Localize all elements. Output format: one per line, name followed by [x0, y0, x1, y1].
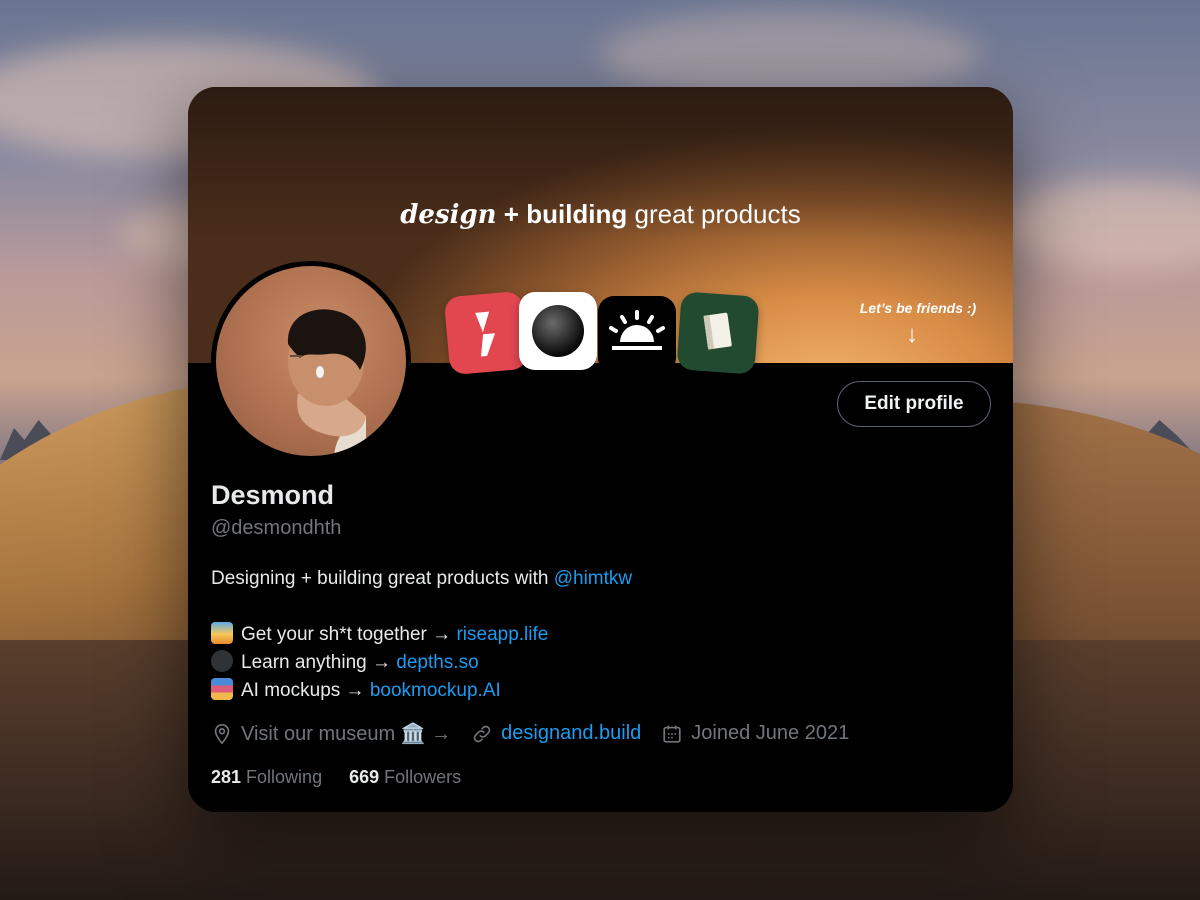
depths-link[interactable]: depths.so	[396, 652, 478, 673]
down-arrow-icon: ↓	[906, 321, 918, 348]
cloud	[1000, 180, 1200, 270]
followers-number: 669	[349, 767, 380, 787]
joined-text: Joined June 2021	[691, 722, 850, 744]
friends-note: Let’s be friends :)	[859, 300, 977, 316]
bio-item-text: Get your sh*t together →	[241, 624, 457, 645]
following-number: 281	[211, 767, 242, 787]
bio-line: Designing + building great products with…	[211, 565, 971, 593]
black-circle-emoji-icon	[211, 650, 233, 672]
book-app-icon	[676, 291, 760, 375]
headline-bold: building	[526, 199, 628, 229]
profile-card: design + building great products Let’s b…	[188, 87, 1013, 812]
profile-name: Desmond	[211, 480, 335, 510]
sunrise-emoji-icon	[211, 622, 233, 644]
bio-text: Designing + building great products with	[211, 568, 554, 589]
sunrise-app-icon	[598, 296, 676, 374]
books-emoji-icon	[211, 678, 233, 700]
bio-item: Get your sh*t together → riseapp.life	[211, 621, 971, 649]
avatar[interactable]	[211, 261, 411, 461]
riseapp-link[interactable]: riseapp.life	[456, 624, 548, 645]
calendar-icon	[663, 725, 681, 743]
edit-profile-button[interactable]: Edit profile	[837, 381, 991, 427]
profile-bio: Designing + building great products with…	[211, 565, 971, 705]
bio-item-text: Learn anything →	[241, 652, 397, 673]
headline-italic: design	[400, 200, 497, 230]
following-label: Following	[246, 767, 323, 787]
link-icon	[473, 725, 491, 742]
bio-item: AI mockups → bookmockup.AI	[211, 677, 971, 705]
following-count[interactable]: 281 Following	[211, 767, 322, 788]
profile-meta: Visit our museum 🏛️ → designand.build Jo…	[211, 721, 869, 746]
location-item: Visit our museum 🏛️ →	[211, 721, 451, 746]
location-text: Visit our museum 🏛️ →	[241, 723, 452, 745]
banner-headline: design + building great products	[188, 199, 1013, 230]
followers-label: Followers	[384, 767, 462, 787]
bio-item: Learn anything → depths.so	[211, 649, 971, 677]
bio-spacer	[211, 593, 971, 621]
followers-count[interactable]: 669 Followers	[349, 767, 461, 788]
bio-item-text: AI mockups →	[241, 680, 370, 701]
headline-rest: great products	[627, 199, 801, 229]
headline-plus: +	[496, 199, 527, 229]
website-item: designand.build	[471, 722, 641, 745]
depths-app-icon	[519, 292, 597, 370]
location-pin-icon	[214, 723, 230, 744]
profile-handle: @desmondhth	[211, 517, 342, 539]
follow-counts: 281 Following 669 Followers	[211, 767, 488, 788]
rise-app-icon	[443, 290, 529, 376]
mention-link[interactable]: @himtkw	[554, 568, 632, 589]
website-link[interactable]: designand.build	[501, 722, 641, 745]
joined-item: Joined June 2021	[661, 722, 849, 745]
bookmockup-link[interactable]: bookmockup.AI	[370, 680, 501, 701]
